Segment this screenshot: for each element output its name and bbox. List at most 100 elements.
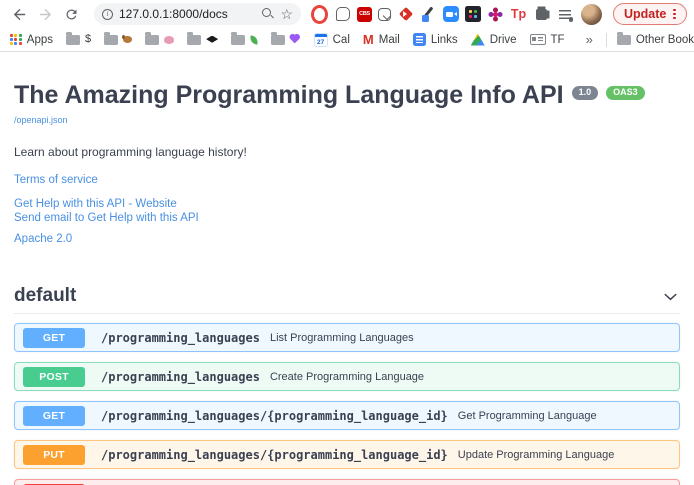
red-diamond-icon[interactable] bbox=[397, 6, 414, 23]
other-bookmarks[interactable]: Other Bookmarks bbox=[617, 34, 694, 46]
dollar-icon: $ bbox=[85, 34, 91, 45]
address-bar[interactable]: i 127.0.0.1:8000/docs ☆ bbox=[94, 3, 301, 25]
openapi-json-link[interactable]: /openapi.json bbox=[14, 115, 68, 125]
folder-icon bbox=[617, 35, 631, 45]
bookmarks-bar: Apps $ 27 Cal M Mail Links Drive TF » bbox=[0, 28, 694, 52]
default-section-header[interactable]: default bbox=[14, 285, 680, 314]
endpoint-summary: Create Programming Language bbox=[270, 371, 424, 383]
bookmark-folders: $ bbox=[66, 34, 301, 45]
playlist-icon[interactable] bbox=[556, 6, 573, 23]
api-description: Learn about programming language history… bbox=[14, 145, 680, 159]
back-button[interactable] bbox=[8, 3, 30, 25]
bookmark-mail[interactable]: M Mail bbox=[363, 33, 400, 46]
section-title: default bbox=[14, 285, 76, 307]
forward-button[interactable] bbox=[34, 3, 56, 25]
bookmark-folder[interactable] bbox=[104, 35, 132, 45]
bookmark-folder[interactable] bbox=[145, 35, 174, 45]
extensions-strip: CBS Tp bbox=[311, 6, 573, 23]
browser-chrome: i 127.0.0.1:8000/docs ☆ CBS Tp Update App… bbox=[0, 0, 694, 52]
apps-label: Apps bbox=[27, 34, 53, 46]
brain-icon bbox=[164, 36, 174, 44]
help-website-link[interactable]: Get Help with this API - Website bbox=[14, 198, 680, 210]
license-link[interactable]: Apache 2.0 bbox=[14, 233, 680, 245]
pocket-icon[interactable] bbox=[378, 8, 391, 21]
bookmark-links[interactable]: Links bbox=[413, 33, 458, 46]
bookmarks-overflow-chevron[interactable]: » bbox=[586, 32, 593, 47]
tf-label: TF bbox=[551, 34, 565, 46]
url-text[interactable]: 127.0.0.1:8000/docs bbox=[119, 7, 256, 21]
folder-icon bbox=[231, 35, 245, 45]
tp-icon[interactable]: Tp bbox=[510, 6, 527, 23]
endpoint-summary: Get Programming Language bbox=[458, 410, 597, 422]
chat-bubble-icon[interactable] bbox=[334, 6, 351, 23]
chrome-update-button[interactable]: Update bbox=[613, 3, 687, 25]
cbs-badge-icon[interactable]: CBS bbox=[357, 7, 372, 22]
swagger-docs-page: The Amazing Programming Language Info AP… bbox=[0, 52, 694, 485]
method-badge: GET bbox=[23, 328, 85, 348]
links-icon bbox=[413, 33, 426, 46]
back-arrow-icon bbox=[11, 6, 28, 23]
method-badge: GET bbox=[23, 406, 85, 426]
api-title-text: The Amazing Programming Language Info AP… bbox=[14, 82, 564, 110]
method-badge: POST bbox=[23, 367, 85, 387]
bookmarks-divider bbox=[606, 33, 607, 47]
red-ring-icon[interactable] bbox=[311, 6, 328, 23]
cal-label: Cal bbox=[333, 34, 350, 46]
page-info-icon[interactable]: i bbox=[102, 9, 113, 20]
bookmark-folder[interactable] bbox=[231, 35, 258, 45]
folder-icon bbox=[66, 35, 80, 45]
eyedropper-icon[interactable] bbox=[420, 6, 437, 23]
apps-grid-icon bbox=[10, 34, 22, 46]
bookmark-tf[interactable]: TF bbox=[530, 34, 565, 46]
api-operation-row[interactable]: DELETE /programming_languages/{programmi… bbox=[14, 479, 680, 485]
bookmark-drive[interactable]: Drive bbox=[471, 34, 517, 46]
terms-of-service-link[interactable]: Terms of service bbox=[14, 174, 680, 186]
endpoint-path: /programming_languages/{programming_lang… bbox=[101, 448, 448, 462]
chevron-down-icon[interactable] bbox=[661, 287, 680, 306]
kebab-menu-icon[interactable] bbox=[673, 9, 675, 20]
bookmark-cal[interactable]: 27 Cal bbox=[314, 33, 350, 47]
api-title: The Amazing Programming Language Info AP… bbox=[14, 82, 680, 110]
forward-arrow-icon bbox=[37, 6, 54, 23]
api-operation-row[interactable]: PUT /programming_languages/{programming_… bbox=[14, 440, 680, 469]
endpoint-path: /programming_languages bbox=[101, 331, 260, 345]
dark-pattern-icon[interactable] bbox=[465, 6, 481, 22]
version-badge: 1.0 bbox=[572, 86, 599, 100]
bookmark-folder[interactable] bbox=[187, 35, 218, 45]
bookmark-folder[interactable]: $ bbox=[66, 34, 91, 45]
video-camera-icon[interactable] bbox=[443, 6, 459, 22]
puzzle-icon[interactable] bbox=[533, 6, 550, 23]
leaf-icon bbox=[249, 35, 258, 44]
method-badge: PUT bbox=[23, 445, 85, 465]
mail-label: Mail bbox=[379, 34, 400, 46]
bookmark-star-icon[interactable]: ☆ bbox=[280, 7, 293, 21]
bookmark-folder[interactable] bbox=[271, 35, 301, 45]
heart-icon bbox=[291, 35, 299, 43]
folder-icon bbox=[104, 35, 118, 45]
drive-label: Drive bbox=[490, 34, 517, 46]
api-operation-row[interactable]: GET /programming_languages/{programming_… bbox=[14, 401, 680, 430]
flower-icon[interactable] bbox=[487, 6, 504, 23]
oas3-badge: OAS3 bbox=[606, 86, 645, 100]
endpoint-path: /programming_languages bbox=[101, 370, 260, 384]
graduation-icon bbox=[206, 36, 218, 44]
calendar-icon: 27 bbox=[314, 33, 328, 47]
folder-icon bbox=[271, 35, 285, 45]
endpoint-path: /programming_languages/{programming_lang… bbox=[101, 409, 448, 423]
links-label: Links bbox=[431, 34, 458, 46]
drive-icon bbox=[471, 34, 485, 46]
folder-icon bbox=[145, 35, 159, 45]
gmail-icon: M bbox=[363, 33, 374, 46]
endpoint-summary: Update Programming Language bbox=[458, 449, 615, 461]
zoom-magnifier-icon[interactable] bbox=[262, 8, 274, 20]
bookmark-apps[interactable]: Apps bbox=[10, 34, 53, 46]
operations-list: GET /programming_languages List Programm… bbox=[14, 323, 680, 485]
profile-avatar[interactable] bbox=[581, 4, 602, 25]
reload-button[interactable] bbox=[60, 3, 82, 25]
api-operation-row[interactable]: GET /programming_languages List Programm… bbox=[14, 323, 680, 352]
browser-toolbar: i 127.0.0.1:8000/docs ☆ CBS Tp Update bbox=[0, 0, 694, 28]
api-operation-row[interactable]: POST /programming_languages Create Progr… bbox=[14, 362, 680, 391]
help-email-link[interactable]: Send email to Get Help with this API bbox=[14, 212, 680, 224]
folder-icon bbox=[187, 35, 201, 45]
tf-icon bbox=[530, 34, 546, 45]
